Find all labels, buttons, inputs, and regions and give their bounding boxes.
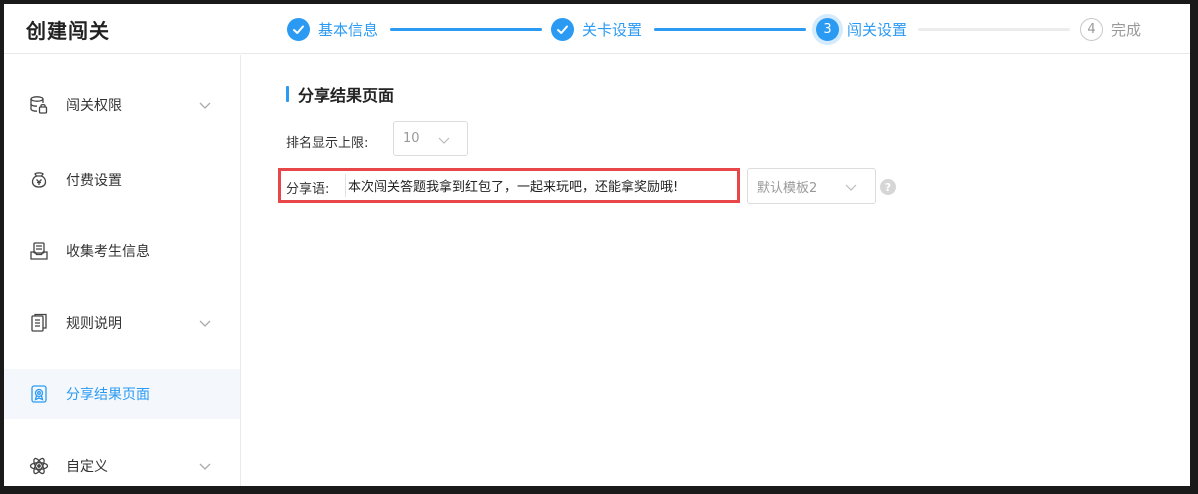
database-lock-icon	[28, 94, 50, 116]
step-connector-1	[390, 28, 542, 31]
header: 创建闯关 基本信息 关卡设置 3 闯关设置 4 完成	[4, 4, 1190, 54]
step-label: 关卡设置	[582, 20, 643, 39]
check-icon	[287, 17, 310, 41]
page-title: 创建闯关	[26, 19, 110, 43]
atom-icon	[28, 455, 50, 477]
share-text-label: 分享语:	[286, 182, 330, 197]
share-text-input[interactable]	[347, 174, 733, 197]
step-connector-2	[654, 28, 806, 31]
inbox-form-icon	[28, 240, 50, 262]
step-complete[interactable]: 4 完成	[1080, 17, 1141, 41]
template-select[interactable]: 默认模板2	[747, 168, 876, 204]
step-label: 闯关设置	[847, 20, 908, 39]
chevron-down-icon	[437, 132, 451, 146]
rank-limit-value: 10	[403, 131, 420, 146]
step-basic-info[interactable]: 基本信息	[287, 17, 378, 41]
sidebar-item-collect-info[interactable]: 收集考生信息	[4, 226, 240, 276]
step-number: 4	[1080, 17, 1103, 41]
step-label: 基本信息	[318, 20, 379, 39]
rank-limit-label: 排名显示上限:	[286, 136, 369, 151]
divider	[345, 174, 346, 197]
step-level-settings[interactable]: 关卡设置	[551, 17, 642, 41]
step-challenge-settings[interactable]: 3 闯关设置	[816, 17, 907, 41]
question-circle-icon[interactable]: ?	[880, 179, 896, 195]
chevron-down-icon	[844, 179, 858, 193]
step-label: 完成	[1111, 20, 1142, 39]
sidebar: 闯关权限 付费设置 收集考生信息 规则说明 分享结果页面 自定义	[4, 55, 241, 486]
sidebar-item-payment[interactable]: 付费设置	[4, 155, 240, 205]
step-connector-3	[918, 28, 1070, 31]
main-content: 分享结果页面 排名显示上限: 10 分享语: 默认模板2 ?	[242, 55, 1190, 486]
chevron-down-icon[interactable]	[197, 97, 213, 113]
share-badge-icon	[28, 383, 50, 405]
sidebar-item-rules[interactable]: 规则说明	[4, 298, 240, 348]
template-value: 默认模板2	[757, 180, 818, 196]
app-window: 创建闯关 基本信息 关卡设置 3 闯关设置 4 完成 闯关权限 付费设置 收集考…	[4, 4, 1190, 486]
chevron-down-icon[interactable]	[197, 458, 213, 474]
money-bag-icon	[28, 169, 50, 191]
sidebar-item-share-result[interactable]: 分享结果页面	[4, 369, 240, 419]
step-number: 3	[816, 17, 839, 41]
check-icon	[551, 17, 574, 41]
section-title: 分享结果页面	[286, 82, 394, 106]
document-list-icon	[28, 312, 50, 334]
share-text-field: 分享语:	[278, 168, 740, 203]
sidebar-item-permissions[interactable]: 闯关权限	[4, 80, 240, 130]
section-accent-bar	[286, 86, 289, 102]
sidebar-item-custom[interactable]: 自定义	[4, 441, 240, 486]
rank-limit-select[interactable]: 10	[393, 121, 468, 156]
chevron-down-icon[interactable]	[197, 315, 213, 331]
